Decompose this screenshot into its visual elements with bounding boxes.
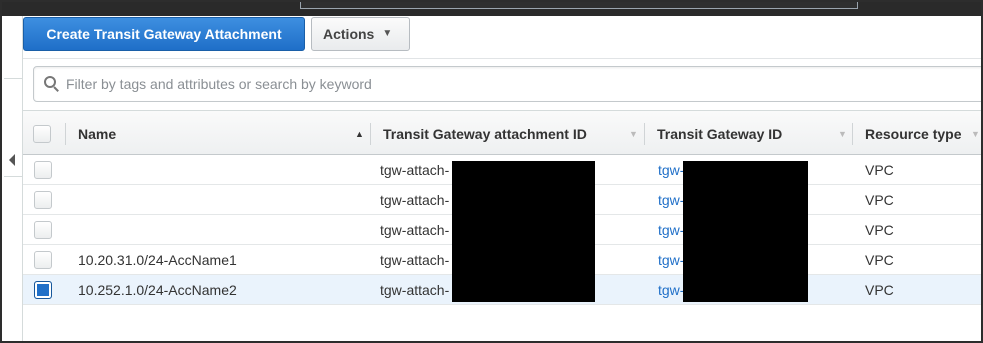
gateway-id-link[interactable]: tgw- <box>658 155 684 185</box>
column-header-resource-type[interactable]: Resource type ▼ <box>865 111 981 156</box>
sort-icon[interactable]: ▼ <box>629 129 638 139</box>
row-checkbox-cell <box>34 185 52 215</box>
row-checkbox-cell <box>34 215 52 245</box>
column-label: Resource type <box>865 125 962 142</box>
column-header-name[interactable]: Name ▲ <box>78 111 368 156</box>
column-label: Transit Gateway attachment ID <box>383 125 587 142</box>
sort-icon[interactable]: ▼ <box>838 129 847 139</box>
row-checkbox-checked[interactable] <box>34 281 52 299</box>
attachment-id-cell: tgw-attach- <box>380 192 450 208</box>
resource-type-cell: VPC <box>865 282 894 298</box>
gateway-id-link[interactable]: tgw- <box>658 185 684 215</box>
row-checkbox-cell <box>34 245 52 275</box>
row-checkbox-cell <box>34 155 52 185</box>
resource-type-cell: VPC <box>865 192 894 208</box>
row-checkbox[interactable] <box>34 251 52 269</box>
resource-type-cell: VPC <box>865 252 894 268</box>
resource-type-cell: VPC <box>865 162 894 178</box>
select-all-checkbox-cell <box>33 111 51 156</box>
table-header: Name ▲ Transit Gateway attachment ID ▼ T… <box>23 110 981 156</box>
search-icon <box>42 75 60 93</box>
column-label: Name <box>78 125 117 142</box>
sort-ascending-icon[interactable]: ▲ <box>355 129 364 139</box>
column-separator <box>644 123 645 145</box>
create-transit-gateway-attachment-button[interactable]: Create Transit Gateway Attachment <box>23 17 305 51</box>
chevron-down-icon: ▼ <box>382 27 393 39</box>
gateway-id-link[interactable]: tgw- <box>658 275 684 305</box>
column-separator <box>370 123 371 145</box>
column-label: Transit Gateway ID <box>657 125 783 142</box>
divider <box>23 58 981 59</box>
divider <box>4 176 23 177</box>
name-cell: 10.20.31.0/24-AccName1 <box>78 252 237 268</box>
column-separator <box>852 123 853 145</box>
gateway-id-link[interactable]: tgw- <box>658 215 684 245</box>
select-all-checkbox[interactable] <box>33 124 51 143</box>
top-search-field[interactable] <box>300 2 858 9</box>
attachment-id-cell: tgw-attach- <box>380 222 450 238</box>
collapse-arrow-icon[interactable] <box>9 154 15 166</box>
gateway-id-link[interactable]: tgw- <box>658 245 684 275</box>
actions-button[interactable]: Actions ▼ <box>311 17 410 51</box>
redaction-block <box>683 161 808 302</box>
attachment-id-cell: tgw-attach- <box>380 252 450 268</box>
attachment-id-cell: tgw-attach- <box>380 162 450 178</box>
divider <box>4 78 23 79</box>
redaction-block <box>452 161 595 302</box>
top-bar <box>2 2 981 16</box>
sort-icon[interactable]: ▼ <box>971 129 980 139</box>
row-checkbox[interactable] <box>34 191 52 209</box>
row-checkbox[interactable] <box>34 161 52 179</box>
attachment-id-cell: tgw-attach- <box>380 282 450 298</box>
column-separator <box>65 123 66 145</box>
actions-label: Actions <box>323 26 375 42</box>
row-checkbox-cell <box>34 275 52 305</box>
name-cell: 10.252.1.0/24-AccName2 <box>78 282 237 298</box>
console-window: Create Transit Gateway Attachment Action… <box>0 0 983 343</box>
column-header-attachment-id[interactable]: Transit Gateway attachment ID ▼ <box>383 111 643 156</box>
resource-type-cell: VPC <box>865 222 894 238</box>
search-bar[interactable] <box>33 66 981 102</box>
row-checkbox[interactable] <box>34 221 52 239</box>
column-header-gateway-id[interactable]: Transit Gateway ID ▼ <box>657 111 852 156</box>
side-panel-strip <box>4 16 23 341</box>
search-input[interactable] <box>66 76 946 92</box>
